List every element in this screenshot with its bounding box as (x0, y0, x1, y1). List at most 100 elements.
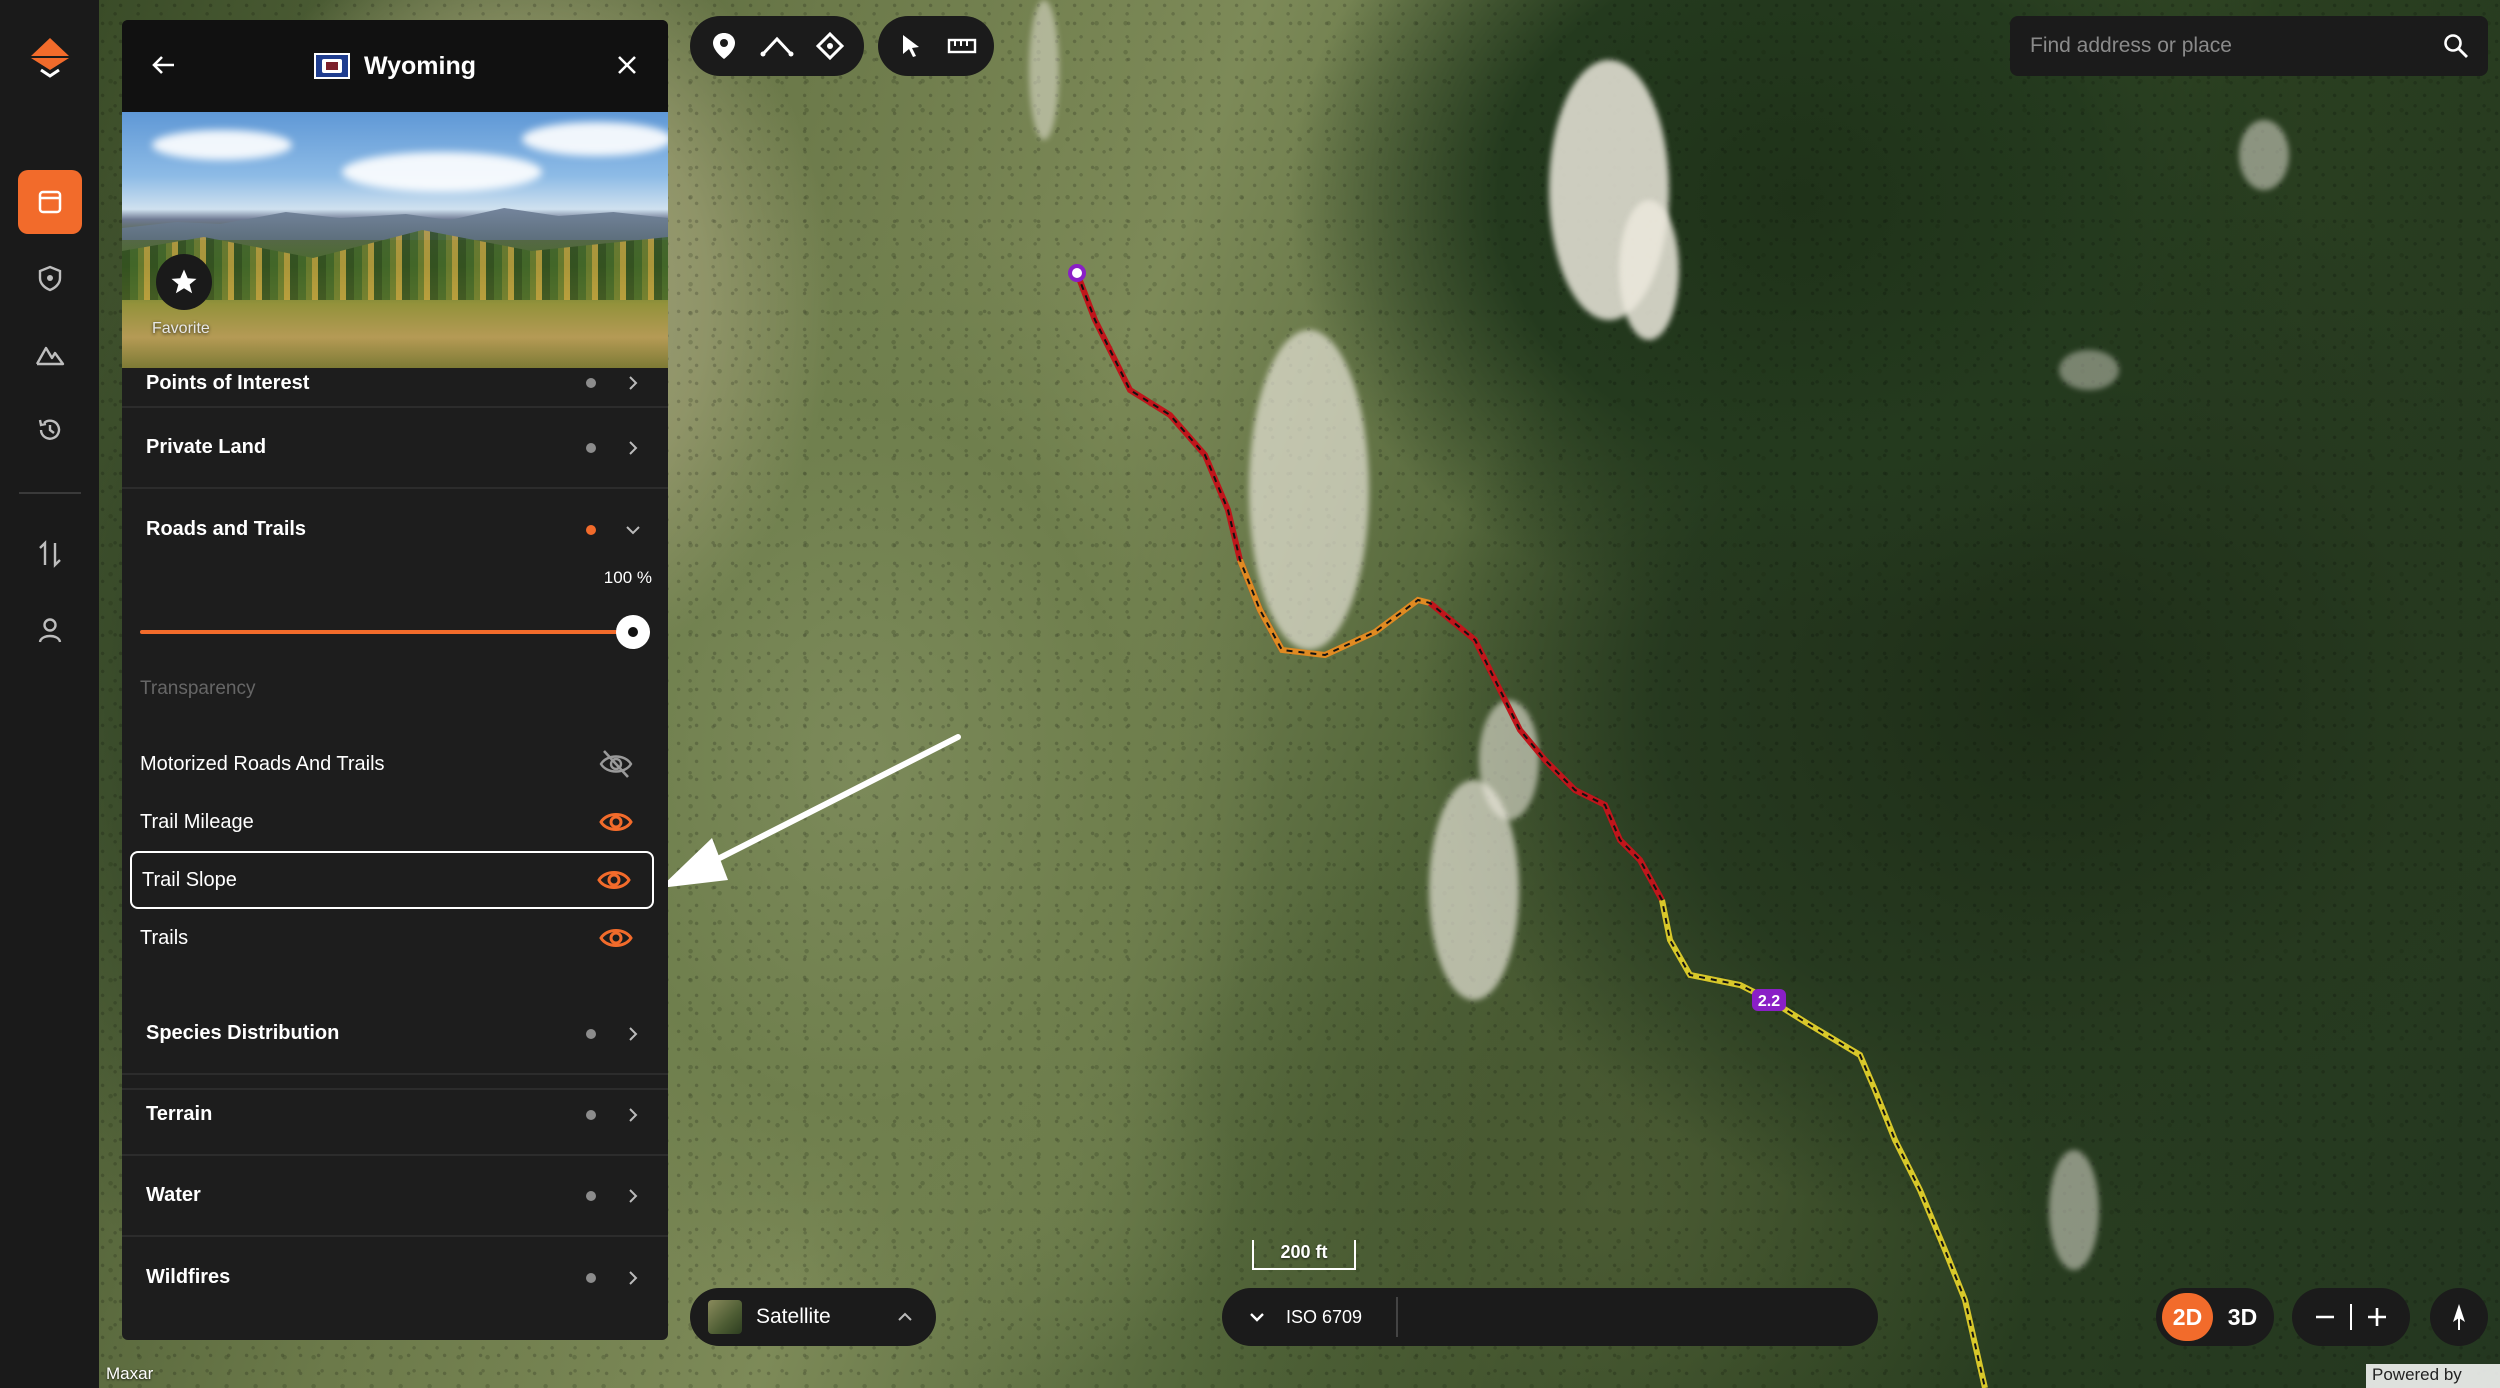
category-row-wildfires[interactable]: Wildfires (122, 1237, 668, 1318)
dimension-toggle: 2D 3D (2156, 1288, 2274, 1346)
terrain-button[interactable] (18, 322, 82, 386)
opacity-slider-track[interactable] (140, 630, 650, 634)
opacity-slider-handle[interactable] (616, 615, 650, 649)
status-dot (586, 1272, 596, 1283)
line-icon (760, 36, 794, 57)
layer-label: Motorized Roads And Trails (140, 752, 385, 775)
draw-area-button[interactable] (809, 24, 852, 68)
mountain-icon (35, 346, 64, 366)
3d-button[interactable]: 3D (2217, 1293, 2268, 1341)
add-waypoint-button[interactable] (702, 24, 745, 68)
zoom-out-button[interactable] (2305, 1297, 2345, 1337)
imagery-attribution: Maxar (106, 1364, 154, 1383)
transfer-icon (38, 540, 61, 568)
layer-row-trail-slope[interactable]: Trail Slope (130, 851, 654, 909)
divider (1396, 1297, 1399, 1337)
eye-icon[interactable] (596, 863, 632, 897)
layer-row-trails[interactable]: Trails (130, 909, 654, 967)
2d-button[interactable]: 2D (2162, 1293, 2213, 1341)
zoom-controls (2292, 1288, 2410, 1346)
category-row-terrain[interactable]: Terrain (122, 1075, 668, 1156)
eye-icon[interactable] (598, 921, 634, 955)
basemap-thumbnail (708, 1300, 742, 1334)
ruler-icon (947, 38, 976, 54)
user-icon (38, 618, 61, 643)
profile-button[interactable] (18, 598, 82, 662)
status-dot (586, 1028, 596, 1039)
search-input[interactable] (2030, 34, 2430, 58)
search-bar (2010, 16, 2488, 76)
category-row-points-of-interest[interactable]: Points of Interest (122, 368, 668, 408)
trail-steep-segment (1428, 600, 1665, 902)
compass-button[interactable] (2430, 1288, 2488, 1346)
chevron-right-icon (629, 440, 638, 455)
layers-button[interactable] (17, 170, 82, 234)
select-button[interactable] (890, 24, 931, 68)
chevron-right-icon (629, 1270, 638, 1285)
esri-attribution[interactable]: Powered by Esri (2366, 1364, 2500, 1388)
coordinate-format-label: ISO 6709 (1286, 1306, 1363, 1327)
category-row-species-distribution[interactable]: Species Distribution (122, 994, 668, 1075)
eye-icon[interactable] (598, 805, 634, 839)
category-label: Water (146, 1184, 201, 1206)
close-icon[interactable] (610, 48, 644, 82)
category-label: Roads and Trails (146, 518, 307, 540)
layer-label: Trail Slope (142, 868, 237, 891)
coordinate-format-selector[interactable]: ISO 6709 (1222, 1288, 1878, 1346)
status-dot (586, 1109, 596, 1120)
history-button[interactable] (18, 398, 82, 462)
chevron-right-icon (629, 1188, 638, 1203)
compass-icon (2453, 1304, 2465, 1330)
category-row-private-land[interactable]: Private Land (122, 408, 668, 489)
trail-mileage-text: 2.2 (1758, 993, 1780, 1010)
pointer-icon (902, 35, 919, 57)
star-icon (171, 269, 197, 294)
draw-tools-toolbar (690, 16, 864, 76)
panel-header: Wyoming (122, 20, 668, 112)
map-scale-bar: 200 ft (1252, 1240, 1356, 1270)
waypoint-icon (712, 33, 735, 59)
favorite-label: Favorite (152, 320, 210, 337)
draw-line-button[interactable] (755, 24, 798, 68)
transfer-button[interactable] (18, 522, 82, 586)
panel-title: Wyoming (313, 52, 476, 81)
transparency-label: Transparency (140, 678, 256, 699)
trail-moderate-segment (1237, 558, 1431, 659)
basemap-selector[interactable]: Satellite (690, 1288, 936, 1346)
chevron-down-icon (1250, 1313, 1264, 1322)
chevron-right-icon (629, 1107, 638, 1122)
layer-label: Trails (140, 926, 189, 949)
crosshair-icon (816, 31, 845, 61)
layers-panel: Wyoming Favorite Points of Interest Priv… (122, 20, 668, 1340)
category-row-water[interactable]: Water (122, 1156, 668, 1237)
favorite-button[interactable] (156, 254, 212, 310)
category-label: Terrain (146, 1103, 213, 1125)
state-photo: Favorite (122, 112, 668, 368)
category-label: Points of Interest (146, 372, 310, 394)
back-arrow-icon[interactable] (146, 48, 180, 82)
onx-logo-icon[interactable] (29, 36, 71, 78)
chevron-up-icon (898, 1312, 912, 1321)
history-icon (38, 419, 60, 440)
trail-dash-line (1076, 272, 1986, 1388)
measure-button[interactable] (941, 24, 982, 68)
chevron-right-icon (629, 1026, 638, 1041)
status-dot (586, 378, 596, 388)
category-row-roads-and-trails[interactable]: Roads and Trails (122, 489, 668, 570)
chevron-right-icon (629, 376, 638, 390)
layer-row-trail-mileage[interactable]: Trail Mileage (130, 793, 654, 851)
minus-icon (2315, 1315, 2334, 1319)
category-label: Species Distribution (146, 1022, 340, 1044)
land-status-button[interactable] (18, 246, 82, 310)
layer-row-motorized[interactable]: Motorized Roads And Trails (130, 735, 654, 793)
left-rail (0, 0, 99, 1388)
shield-icon (38, 265, 61, 292)
search-icon[interactable] (2442, 32, 2470, 60)
layers-icon (38, 190, 61, 214)
status-dot (586, 1190, 596, 1201)
eye-off-icon[interactable] (598, 747, 634, 781)
wyoming-flag-icon (313, 53, 350, 79)
zoom-in-button[interactable] (2357, 1297, 2397, 1337)
category-label: Wildfires (146, 1266, 231, 1288)
rail-divider (18, 492, 81, 494)
